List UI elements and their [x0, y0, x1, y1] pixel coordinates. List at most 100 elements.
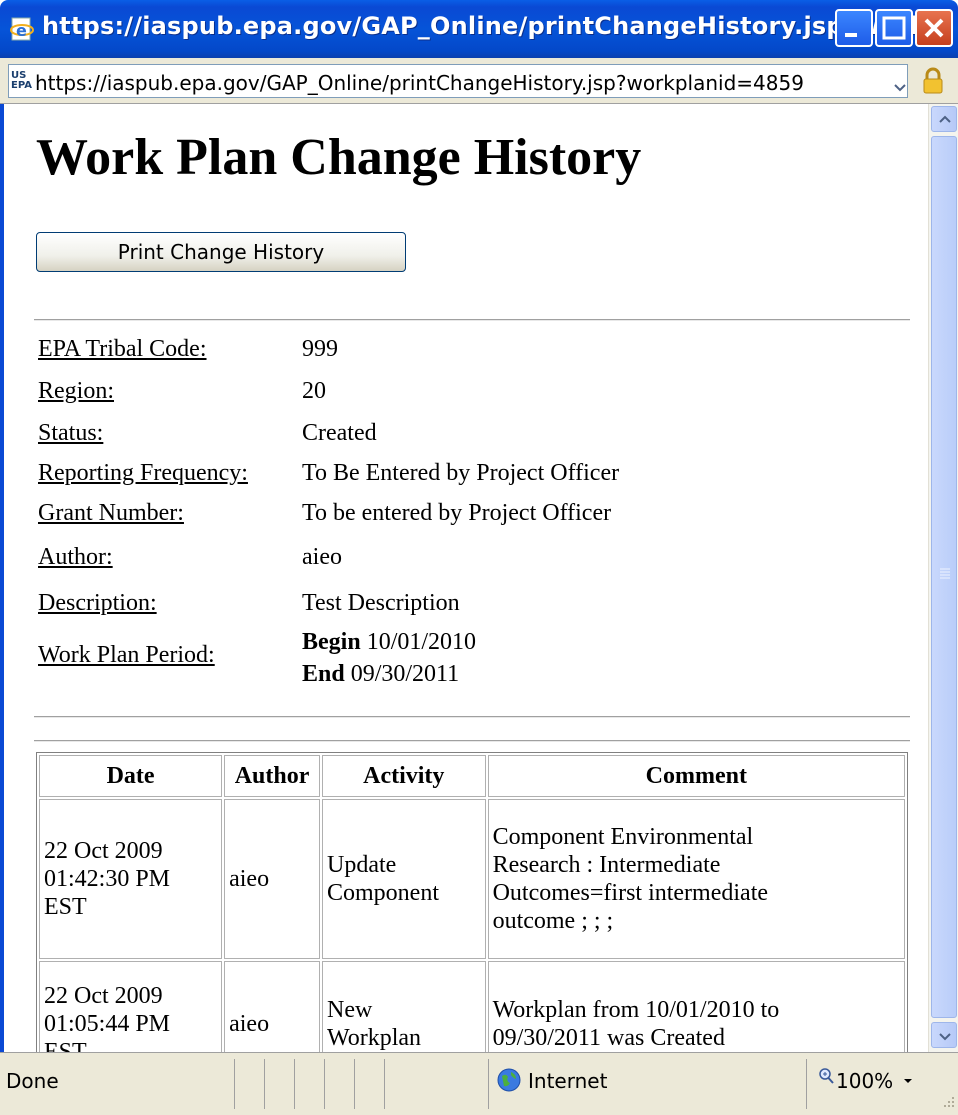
description-value: Test Description	[302, 590, 460, 616]
region-value: 20	[302, 378, 326, 404]
activity-line: Workplan	[326, 1025, 422, 1051]
status-divider	[264, 1059, 265, 1109]
grant-number-value: To be entered by Project Officer	[302, 500, 612, 526]
comment-line: Research : Intermediate	[492, 852, 721, 878]
reporting-frequency-label: Reporting Frequency:	[38, 460, 248, 486]
scroll-up-button[interactable]	[931, 106, 957, 132]
comment-line: 09/30/2011 was Created	[492, 1025, 725, 1051]
zoom-level[interactable]: 100%	[836, 1069, 893, 1093]
chevron-down-icon	[939, 1033, 951, 1041]
date-line: 22 Oct 2009	[44, 983, 163, 1009]
chevron-up-icon	[939, 115, 951, 123]
status-label: Status:	[38, 420, 104, 446]
table-row: 22 Oct 2009 01:05:44 PM EST aieo New Wor…	[39, 961, 905, 1052]
grant-number-label: Grant Number:	[38, 500, 184, 526]
period-end-label: End	[302, 661, 345, 687]
author-value: aieo	[302, 544, 342, 570]
close-icon	[924, 18, 944, 38]
status-divider	[488, 1059, 489, 1109]
divider	[34, 740, 910, 742]
activity-line: Update	[326, 852, 397, 878]
divider	[34, 319, 910, 321]
divider	[34, 716, 910, 718]
minimize-icon	[845, 33, 857, 37]
timezone-line: EST	[44, 1039, 87, 1052]
address-field[interactable]: US EPA https://iaspub.epa.gov/GAP_Online…	[8, 64, 908, 98]
security-zone: Internet	[528, 1069, 608, 1093]
cell-author: aieo	[224, 961, 320, 1052]
change-history-table: Date Author Activity Comment 22 Oct 2009…	[36, 752, 908, 1052]
column-header-author: Author	[224, 755, 320, 797]
address-bar: US EPA https://iaspub.epa.gov/GAP_Online…	[0, 58, 958, 104]
table-row: 22 Oct 2009 01:42:30 PM EST aieo Update …	[39, 799, 905, 959]
epa-logo: US EPA	[11, 70, 32, 91]
comment-line: Workplan from 10/01/2010 to	[492, 997, 780, 1023]
vertical-scrollbar[interactable]	[928, 104, 958, 1052]
period-begin: Begin 10/01/2010	[302, 626, 476, 658]
status-divider	[384, 1059, 385, 1109]
grip-icon	[940, 568, 950, 579]
time-line: 01:42:30 PM	[44, 866, 171, 892]
author-label: Author:	[38, 544, 113, 570]
cell-date: 22 Oct 2009 01:42:30 PM EST	[39, 799, 223, 959]
work-plan-period-value: Begin 10/01/2010 End 09/30/2011	[302, 626, 476, 690]
svg-text:e: e	[16, 21, 27, 40]
page-content: Work Plan Change History Print Change Hi…	[12, 104, 928, 1052]
status-divider	[234, 1059, 235, 1109]
status-divider	[354, 1059, 355, 1109]
timezone-line: EST	[44, 894, 87, 920]
status-divider	[806, 1059, 807, 1109]
work-plan-period-label: Work Plan Period:	[38, 642, 215, 668]
region-label: Region:	[38, 378, 114, 404]
comment-line: Component Environmental	[492, 824, 754, 850]
lock-icon[interactable]	[920, 66, 946, 96]
period-end: End 09/30/2011	[302, 658, 476, 690]
activity-line: Component	[326, 880, 439, 906]
date-line: 22 Oct 2009	[44, 838, 163, 864]
address-url[interactable]: https://iaspub.epa.gov/GAP_Online/printC…	[35, 71, 804, 95]
globe-icon	[497, 1068, 521, 1092]
cell-activity: New Workplan	[321, 961, 486, 1052]
status-bar: Done Internet 100%	[0, 1052, 958, 1115]
maximize-button[interactable]	[875, 9, 913, 47]
resize-grip-icon[interactable]	[938, 1093, 956, 1111]
tribal-code-label: EPA Tribal Code:	[38, 336, 207, 362]
page-title: Work Plan Change History	[36, 129, 642, 186]
minimize-button[interactable]	[835, 9, 873, 47]
title-bar[interactable]: e https://iaspub.epa.gov/GAP_Online/prin…	[0, 0, 958, 58]
reporting-frequency-value: To Be Entered by Project Officer	[302, 460, 620, 486]
activity-line: New	[326, 997, 373, 1023]
column-header-comment: Comment	[487, 755, 905, 797]
table-header-row: Date Author Activity Comment	[39, 755, 905, 797]
close-button[interactable]	[915, 9, 953, 47]
chevron-down-icon[interactable]	[889, 75, 911, 101]
maximize-icon	[882, 16, 906, 40]
period-begin-value: 10/01/2010	[366, 629, 477, 655]
status-divider	[324, 1059, 325, 1109]
scroll-down-button[interactable]	[931, 1022, 957, 1048]
status-divider	[294, 1059, 295, 1109]
time-line: 01:05:44 PM	[44, 1011, 171, 1037]
comment-line: Outcomes=first intermediate	[492, 880, 769, 906]
print-change-history-button[interactable]: Print Change History	[36, 232, 406, 272]
cell-author: aieo	[224, 799, 320, 959]
ie-page-icon: e	[10, 17, 34, 41]
window-title: https://iaspub.epa.gov/GAP_Online/printC…	[42, 12, 954, 40]
description-label: Description:	[38, 590, 157, 616]
column-header-activity: Activity	[321, 755, 486, 797]
comment-line: outcome ; ; ;	[492, 908, 614, 934]
tribal-code-value: 999	[302, 336, 338, 362]
cell-activity: Update Component	[321, 799, 486, 959]
cell-comment: Workplan from 10/01/2010 to 09/30/2011 w…	[487, 961, 905, 1052]
cell-comment: Component Environmental Research : Inter…	[487, 799, 905, 959]
window-frame-left	[0, 58, 4, 1115]
scroll-thumb[interactable]	[931, 136, 957, 1018]
column-header-date: Date	[39, 755, 223, 797]
status-text: Done	[6, 1069, 59, 1093]
status-value: Created	[302, 420, 377, 446]
cell-date: 22 Oct 2009 01:05:44 PM EST	[39, 961, 223, 1052]
magnifier-icon[interactable]	[818, 1067, 834, 1085]
chevron-down-icon[interactable]	[902, 1077, 914, 1085]
period-end-value: 09/30/2011	[350, 661, 460, 687]
period-begin-label: Begin	[302, 629, 361, 655]
